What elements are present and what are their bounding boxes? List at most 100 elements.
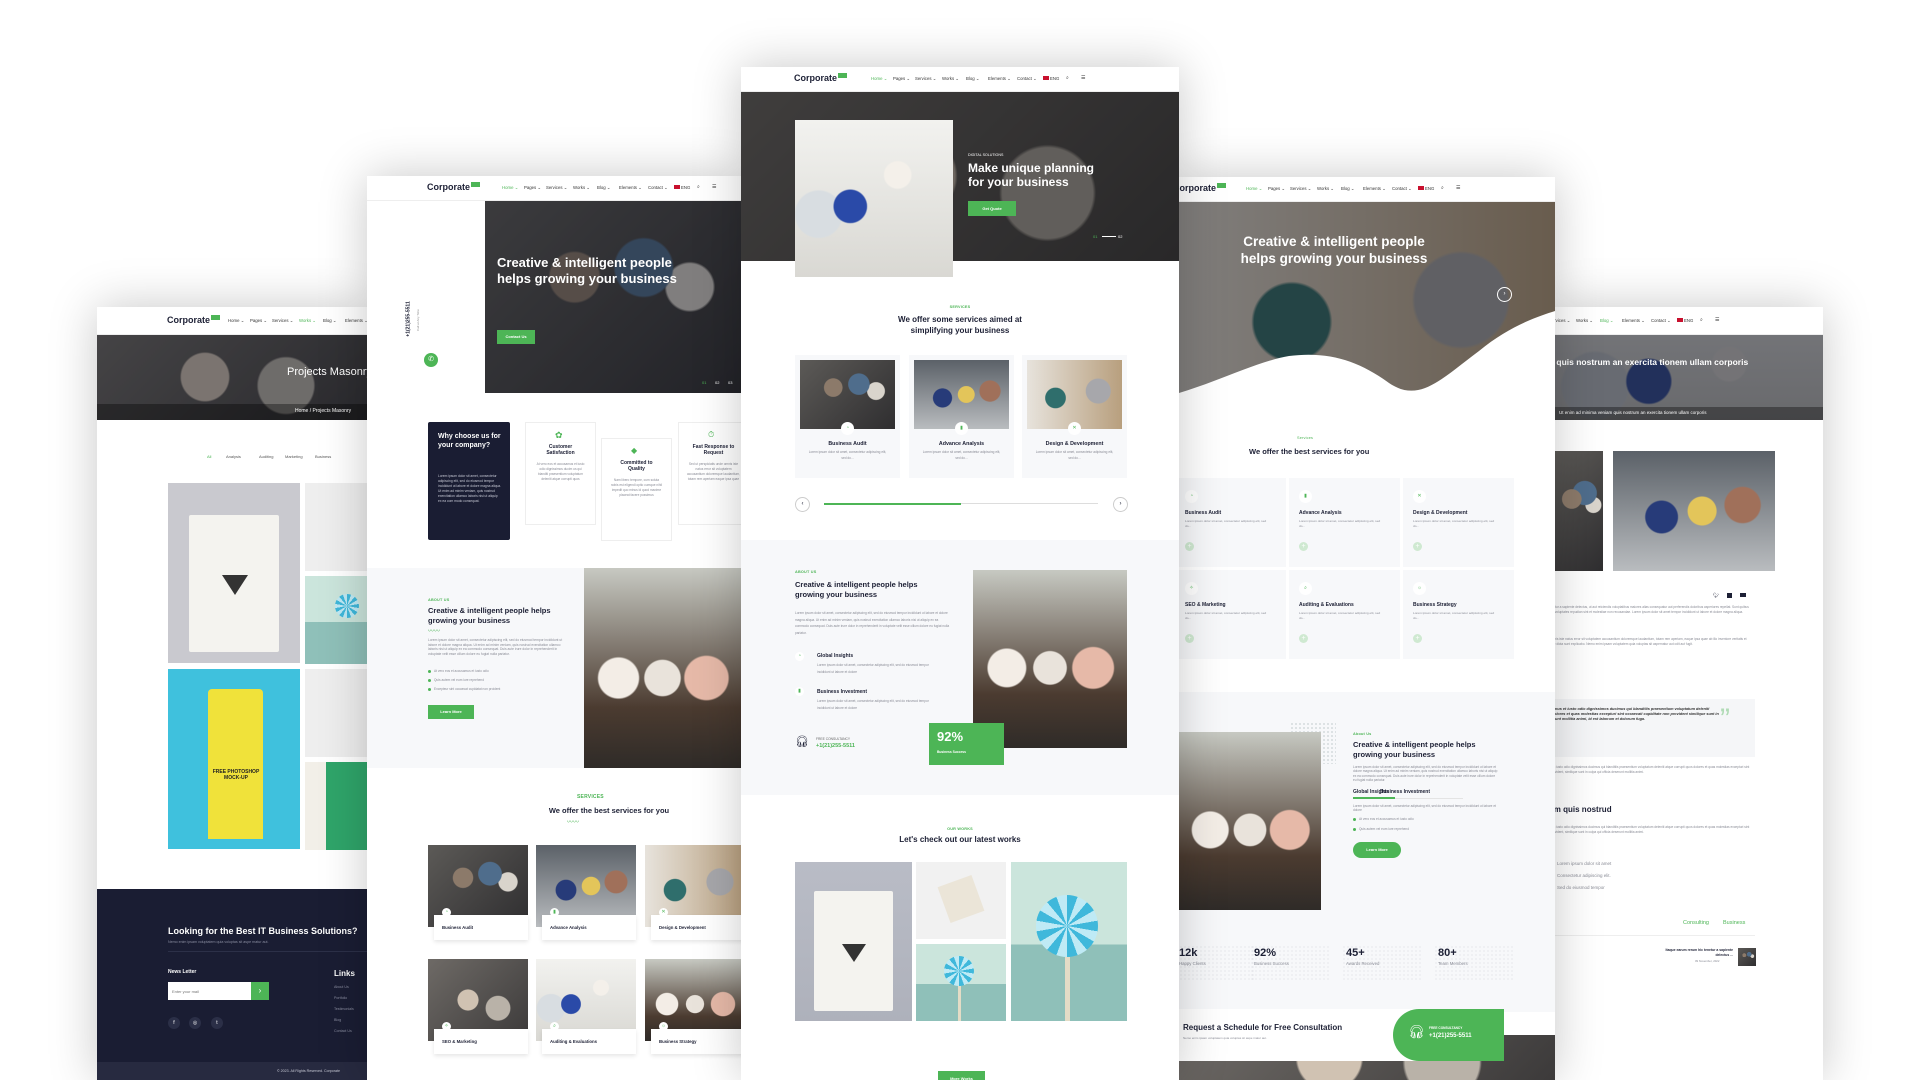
service-card[interactable]: ◔ Business Audit Lorem ipsum dolor sit a… (1179, 478, 1286, 567)
nav-item-elements[interactable]: Elements ⌄ (988, 76, 1011, 82)
service-card[interactable]: ✧ SEO & Marketing Lorem ipsum dolor sit … (1179, 570, 1286, 659)
vertical-phone[interactable]: +1(21)255-5511 (406, 301, 412, 336)
nav-item-services[interactable]: Services ⌄ (272, 318, 293, 324)
footer-link-portfolio[interactable]: Portfolio (334, 996, 347, 1000)
service-card[interactable]: ◔ Business Audit Lorem ipsum dolor sit a… (795, 355, 900, 478)
service-card-label[interactable]: ✧ SEO & Marketing (434, 1022, 528, 1054)
nav-item-contact[interactable]: Contact ⌄ (1651, 318, 1671, 324)
share-facebook-icon[interactable] (1727, 593, 1732, 598)
portfolio-item-green[interactable] (305, 762, 367, 850)
nav-item-elements[interactable]: Elements ⌄ (619, 185, 642, 191)
nav-item-pages[interactable]: Pages ⌄ (1268, 186, 1285, 192)
nav-item-home[interactable]: Home ⌄ (502, 185, 518, 191)
share-email-icon[interactable] (1740, 593, 1746, 597)
language-selector[interactable]: ENG (1418, 186, 1434, 191)
next-slide-button[interactable]: › (1497, 287, 1512, 302)
learn-more-button[interactable]: Learn More (1353, 842, 1401, 858)
logo[interactable]: Corporate (167, 315, 221, 325)
service-card[interactable]: ⌕ Auditing & Evaluations Lorem ipsum dol… (1289, 570, 1400, 659)
service-card-label[interactable]: ◔ Business Audit (434, 908, 528, 940)
portfolio-item-bag-small[interactable] (305, 483, 367, 571)
nav-item-blog[interactable]: Blog ⌄ (1341, 186, 1354, 192)
learn-more-button[interactable]: Learn More (428, 705, 474, 719)
nav-item-pages[interactable]: Pages ⌄ (524, 185, 541, 191)
facebook-icon[interactable]: f (168, 1017, 180, 1029)
nav-item-works[interactable]: Works ⌄ (942, 76, 959, 82)
menu-icon[interactable]: ☰ (1715, 317, 1719, 323)
nav-item-elements[interactable]: Elements ⌄ (1622, 318, 1645, 324)
filter-all[interactable]: All (207, 454, 211, 459)
carousel-prev-button[interactable]: ‹ (795, 497, 810, 512)
slide-indicator-2[interactable]: 02 (715, 380, 719, 385)
breadcrumb[interactable]: Home / Projects Masonry (295, 408, 351, 414)
nav-item-contact[interactable]: Contact ⌄ (648, 185, 668, 191)
service-card[interactable]: ✕ Design & Development Lorem ipsum dolor… (1022, 355, 1127, 478)
portfolio-item-lollipop[interactable] (305, 576, 367, 664)
footer-link-blog[interactable]: Blog (334, 1018, 341, 1022)
nav-item-works[interactable]: Works ⌄ (1317, 186, 1334, 192)
more-works-button[interactable]: More Works (938, 1071, 985, 1080)
slide-indicator-2[interactable]: 02 (1118, 234, 1122, 239)
filter-business[interactable]: Business (315, 454, 331, 459)
plus-icon[interactable]: + (1299, 542, 1308, 551)
menu-icon[interactable]: ☰ (1456, 185, 1460, 191)
service-card-label[interactable]: ☼ Business Strategy (651, 1022, 741, 1054)
service-card-label[interactable]: ✕ Design & Development (651, 908, 741, 940)
service-card[interactable]: ▮ Advance Analysis Lorem ipsum dolor sit… (909, 355, 1014, 478)
nav-item-blog[interactable]: Blog ⌄ (597, 185, 610, 191)
portfolio-item-tote[interactable] (168, 483, 300, 663)
work-item-lollipop-small[interactable] (916, 944, 1006, 1021)
filter-analysis[interactable]: Analysis (226, 454, 241, 459)
instagram-icon[interactable]: ◎ (189, 1017, 201, 1029)
plus-icon[interactable]: + (1185, 634, 1194, 643)
filter-auditing[interactable]: Auditing (259, 454, 273, 459)
nav-item-pages[interactable]: Pages ⌄ (893, 76, 910, 82)
plus-icon[interactable]: + (1299, 634, 1308, 643)
menu-icon[interactable]: ☰ (1081, 75, 1085, 81)
service-card[interactable]: ☼ Business Strategy Lorem ipsum dolor si… (1403, 570, 1514, 659)
search-icon[interactable]: ⌕ (1700, 317, 1703, 323)
nav-item-services[interactable]: Services ⌄ (915, 76, 936, 82)
recent-post-title[interactable]: Itaque earum rerum hic tenetur a sapient… (1665, 948, 1733, 957)
service-card[interactable]: ✕ Design & Development Lorem ipsum dolor… (1403, 478, 1514, 567)
language-selector[interactable]: ENG (674, 185, 690, 190)
nav-item-elements[interactable]: Elements ⌄ (345, 318, 367, 324)
portfolio-item-cup[interactable]: FREE PHOTOSHOP MOCK-UP (168, 669, 300, 849)
nav-item-services[interactable]: Services ⌄ (1290, 186, 1311, 192)
work-item-tote[interactable] (795, 862, 912, 1021)
search-icon[interactable]: ⌕ (697, 184, 700, 190)
nav-item-works[interactable]: Works ⌄ (299, 318, 316, 324)
service-card-label[interactable]: ⌕ Auditing & Evaluations (542, 1022, 636, 1054)
search-icon[interactable]: ⌕ (1066, 75, 1069, 81)
work-item-bag[interactable] (916, 862, 1006, 939)
tab-business-investment[interactable]: Business Investment (1380, 789, 1430, 795)
nav-item-blog[interactable]: Blog ⌄ (323, 318, 336, 324)
menu-icon[interactable]: ☰ (712, 184, 716, 190)
carousel-progress[interactable] (824, 502, 1098, 505)
twitter-icon[interactable]: t (211, 1017, 223, 1029)
recent-post-thumbnail[interactable] (1738, 948, 1756, 966)
work-item-lollipop-large[interactable] (1011, 862, 1127, 1021)
portfolio-item-bag-2[interactable] (305, 669, 367, 757)
get-quote-button[interactable]: Get Quote (968, 201, 1016, 216)
logo[interactable]: Corporate (1179, 183, 1227, 193)
newsletter-submit-button[interactable]: › (251, 982, 269, 1000)
contact-us-button[interactable]: Contact Us (497, 330, 535, 344)
nav-item-blog[interactable]: Blog ⌄ (966, 76, 979, 82)
nav-item-pages[interactable]: Pages ⌄ (250, 318, 267, 324)
nav-item-contact[interactable]: Contact ⌄ (1017, 76, 1037, 82)
share-twitter-icon[interactable]: 🐦︎ (1713, 593, 1719, 599)
newsletter-email-input[interactable] (168, 982, 251, 1000)
footer-link-contact[interactable]: Contact Us (334, 1029, 352, 1033)
slide-indicator-1[interactable]: 01 (1093, 234, 1097, 239)
slide-indicator-3[interactable]: 03 (728, 380, 732, 385)
footer-link-about[interactable]: About Us (334, 985, 349, 989)
nav-item-services[interactable]: Services ⌄ (546, 185, 567, 191)
consultancy-phone[interactable]: +1(21)255-5511 (816, 743, 855, 749)
nav-item-home[interactable]: Home ⌄ (228, 318, 244, 324)
plus-icon[interactable]: + (1413, 542, 1422, 551)
search-icon[interactable]: ⌕ (1441, 185, 1444, 191)
footer-link-testimonials[interactable]: Testimonials (334, 1007, 354, 1011)
cta-phone-block[interactable]: 🎧︎ FREE CONSULTANCY +1(21)255-5511 (1393, 1009, 1504, 1061)
nav-item-works[interactable]: Works ⌄ (573, 185, 590, 191)
